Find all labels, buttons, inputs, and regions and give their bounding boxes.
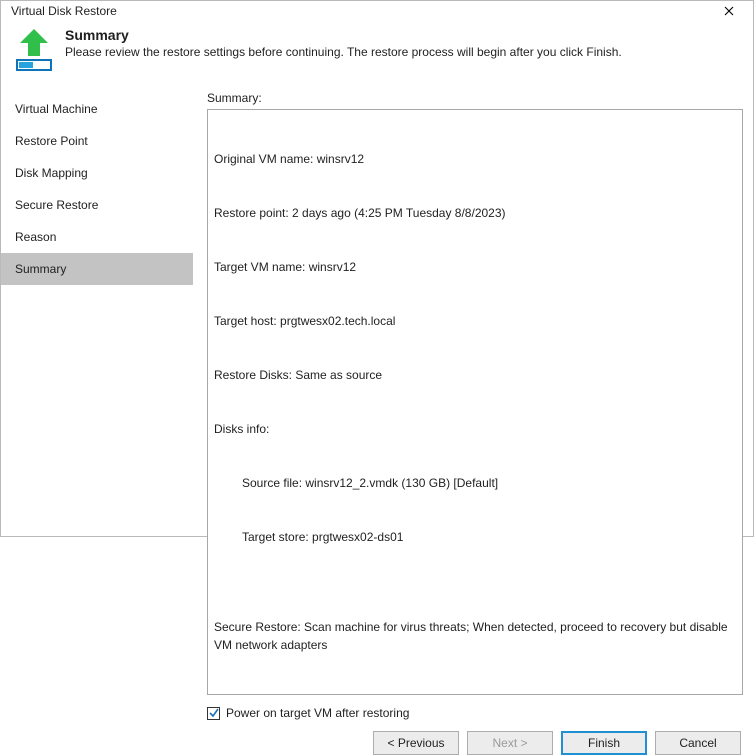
power-on-checkbox-row[interactable]: Power on target VM after restoring [207,695,743,731]
dialog-window: Virtual Disk Restore Summary Please revi… [0,0,754,537]
power-on-checkbox-label: Power on target VM after restoring [226,706,409,720]
header-icon-group [11,27,57,71]
up-arrow-icon [15,27,53,57]
window-title: Virtual Disk Restore [11,4,117,18]
header-title: Summary [65,27,743,43]
header-text: Summary Please review the restore settin… [65,27,743,71]
disk-icon [16,59,52,71]
header-subtitle: Please review the restore settings befor… [65,45,743,59]
finish-button[interactable]: Finish [561,731,647,755]
summary-line: Restore point: 2 days ago (4:25 PM Tuesd… [214,204,736,222]
titlebar: Virtual Disk Restore [1,1,753,21]
summary-label: Summary: [207,91,743,105]
nav-restore-point[interactable]: Restore Point [1,125,193,157]
summary-line: Original VM name: winsrv12 [214,150,736,168]
summary-line: Target VM name: winsrv12 [214,258,736,276]
summary-line-indent: Source file: winsrv12_2.vmdk (130 GB) [D… [214,474,736,492]
close-icon [724,6,734,16]
wizard-body: Virtual Machine Restore Point Disk Mappi… [1,81,753,731]
summary-panel: Summary: Original VM name: winsrv12 Rest… [193,91,743,731]
wizard-nav: Virtual Machine Restore Point Disk Mappi… [1,91,193,731]
nav-secure-restore[interactable]: Secure Restore [1,189,193,221]
summary-line: Disks info: [214,420,736,438]
cancel-button[interactable]: Cancel [655,731,741,755]
nav-summary[interactable]: Summary [1,253,193,285]
wizard-header: Summary Please review the restore settin… [1,21,753,81]
previous-button[interactable]: < Previous [373,731,459,755]
nav-disk-mapping[interactable]: Disk Mapping [1,157,193,189]
summary-line: Target host: prgtwesx02.tech.local [214,312,736,330]
wizard-footer: < Previous Next > Finish Cancel [1,731,753,755]
summary-line: Secure Restore: Scan machine for virus t… [214,618,736,654]
close-button[interactable] [715,1,743,21]
summary-line: Restore Disks: Same as source [214,366,736,384]
summary-textbox[interactable]: Original VM name: winsrv12 Restore point… [207,109,743,695]
nav-virtual-machine[interactable]: Virtual Machine [1,93,193,125]
checkbox-icon [207,707,220,720]
nav-reason[interactable]: Reason [1,221,193,253]
summary-line-indent: Target store: prgtwesx02-ds01 [214,528,736,546]
next-button: Next > [467,731,553,755]
